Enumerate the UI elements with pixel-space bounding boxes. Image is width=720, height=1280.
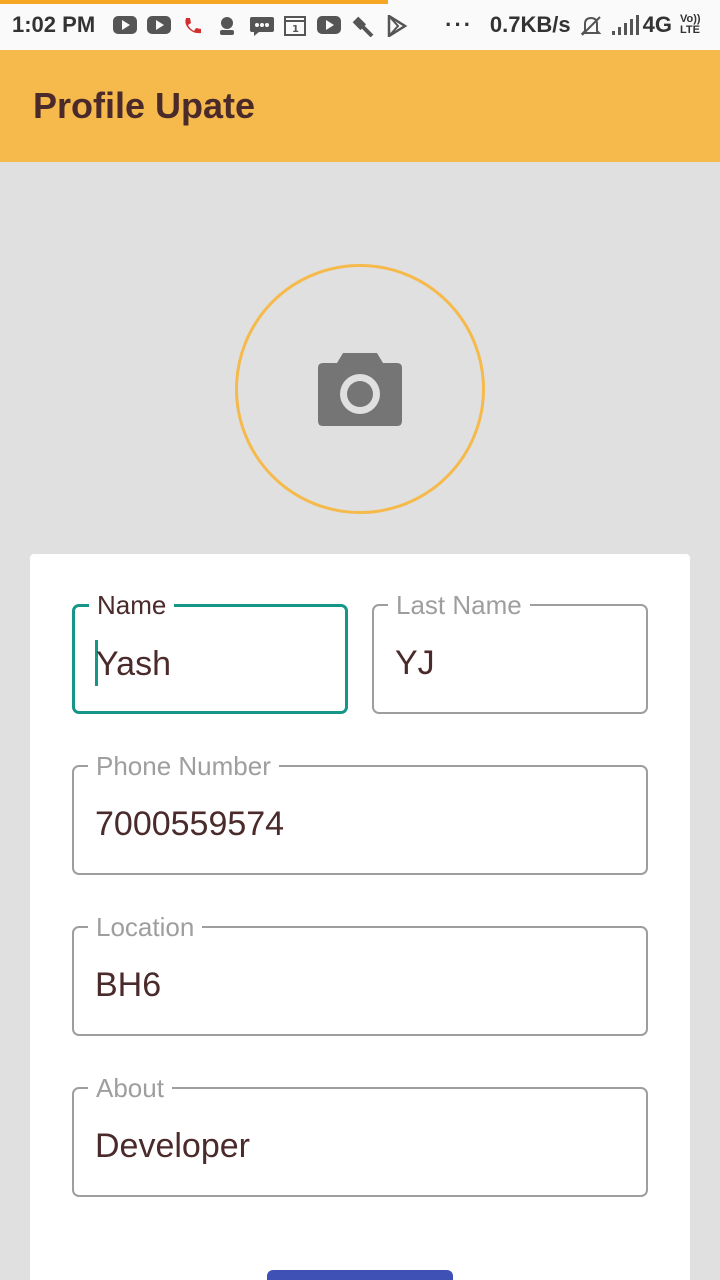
submit-button[interactable] (267, 1270, 453, 1280)
calendar-icon: 1 (283, 15, 307, 36)
profile-photo-picker[interactable] (235, 264, 485, 514)
svg-text:1: 1 (292, 24, 299, 35)
last-name-label: Last Name (388, 589, 530, 621)
name-label: Name (89, 589, 175, 621)
mute-icon (579, 15, 603, 36)
volte-label: Vo)) LTE (680, 13, 701, 36)
more-notifications: ··· (445, 12, 474, 37)
status-time: 1:02 PM (12, 12, 96, 37)
youtube-icon (113, 16, 138, 34)
location-input[interactable]: BH6 (95, 966, 161, 1005)
hammer-icon (351, 15, 375, 38)
page-title: Profile Upate (33, 85, 256, 126)
message-icon (249, 15, 275, 36)
location-field[interactable]: Location BH6 (72, 911, 648, 1036)
missed-call-icon (181, 15, 205, 35)
about-input[interactable]: Developer (95, 1127, 250, 1166)
app-bar: Profile Upate (0, 50, 720, 162)
about-label: About (88, 1072, 172, 1104)
download-progress (0, 0, 388, 4)
status-bar: 1:02 PM 1 ··· 0.7KB/s 4G Vo)) LTE (0, 0, 720, 50)
name-input[interactable]: Yash (96, 645, 171, 684)
name-field[interactable]: Name Yash (72, 589, 348, 714)
last-name-field[interactable]: Last Name YJ (372, 589, 648, 714)
youtube-icon (147, 16, 172, 34)
phone-number-field[interactable]: Phone Number 7000559574 (72, 750, 648, 875)
person-icon (215, 15, 239, 35)
phone-number-label: Phone Number (88, 750, 279, 782)
last-name-input[interactable]: YJ (395, 644, 435, 683)
phone-number-input[interactable]: 7000559574 (95, 805, 284, 844)
play-store-icon (385, 13, 409, 39)
signal-icon (611, 15, 639, 35)
about-field[interactable]: About Developer (72, 1072, 648, 1197)
camera-icon (317, 351, 403, 427)
location-label: Location (88, 911, 203, 943)
network-speed: 0.7KB/s (489, 12, 571, 37)
profile-form-card: Name Yash Last Name YJ Phone Number 7000… (30, 554, 690, 1280)
network-type: 4G (642, 12, 672, 37)
youtube-icon (317, 16, 342, 34)
